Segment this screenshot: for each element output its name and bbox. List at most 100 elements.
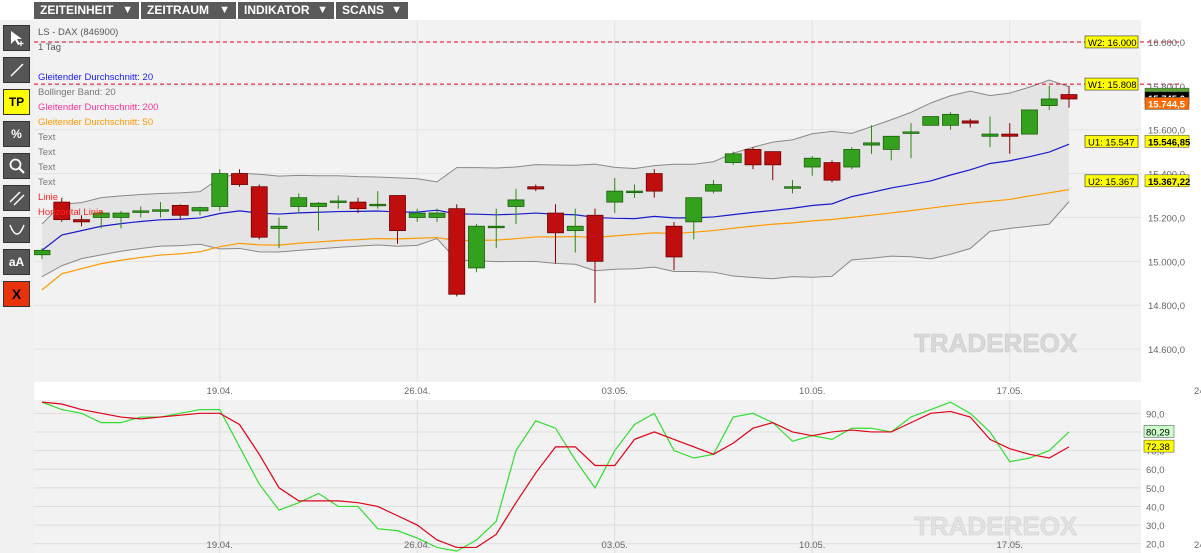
chevron-down-icon: ▼ [317,4,328,16]
candle-body [942,113,959,126]
osc-tag-text: 72,38 [1146,442,1170,453]
menu-indikator[interactable]: INDIKATOR ▼ [238,2,334,19]
delete-tool[interactable]: X [3,281,30,307]
candle-body [645,173,663,192]
chart-area[interactable]: W2: 16.000 W1: 15.808 U1: 15.547 U2: 15.367… [34,20,1201,553]
price-tag-text: 15.744,5 [1148,99,1186,110]
x-tick-label: 24.05. [1194,386,1201,397]
line-icon [9,63,24,77]
top-menu-bar: ZEITEINHEIT ▼ ZEITRAUM ▼ INDIKATOR ▼ SCANS ▼ [0,0,1201,20]
level-label: W1: 15.808 [1084,77,1139,91]
candle-body [369,203,387,207]
level-label-text: W2: 16.000 [1088,38,1137,49]
candle [843,147,861,170]
level-label: W2: 16.000 [1084,35,1139,49]
watermark: TRADEREOX [914,328,1078,358]
percent-tool[interactable]: % [3,121,30,147]
osc-x-tick-label: 26.04. [404,540,430,551]
chevron-down-icon: ▼ [391,4,402,16]
parallel-lines-icon [9,191,24,206]
x-tick-label: 19.04. [207,386,233,397]
menu-indikator-label: INDIKATOR [244,3,310,17]
osc-x-tick-label: 17.05. [997,540,1023,551]
menu-scans[interactable]: SCANS ▼ [336,2,408,19]
menu-zeiteinheit[interactable]: ZEITEINHEIT ▼ [34,2,139,19]
candle [250,184,268,240]
candle-body [1060,94,1078,100]
price-tag: 15.546,85 [1144,135,1191,148]
main-y-axis: 16.000,015.800,015.600,015.400,015.200,0… [1148,38,1185,356]
chevron-down-icon: ▼ [219,4,230,16]
legend-period: 1 Tag [38,42,61,53]
legend-item: Text [38,177,56,188]
y-tick-label: 14.600,0 [1148,345,1185,356]
osc-y-tick-label: 50,0 [1146,484,1165,495]
drawing-toolbar: TP % aA X [0,20,34,553]
price-tag: 15.367,22 [1144,174,1190,188]
candle [823,160,841,183]
legend-item: Bollinger Band: 20 [38,87,116,98]
candle-body [1021,109,1038,135]
legend-item: Gleitender Durchschnitt: 20 [38,72,153,83]
zoom-tool[interactable] [3,153,30,179]
candle-body [448,208,466,295]
x-tick-label: 17.05. [997,386,1023,397]
candle-body [606,190,624,203]
candle-body [1001,133,1019,137]
magnifier-icon [9,158,25,174]
menu-zeitraum-label: ZEITRAUM [147,3,209,17]
cursor-icon [10,31,23,46]
candle [211,169,229,211]
candle-body [685,197,703,223]
x-tick-label: 10.05. [799,386,825,397]
candle-body [626,190,643,194]
candle-body [863,142,880,146]
legend-title: LS - DAX (846900) [38,27,118,38]
y-tick-label: 16.000,0 [1148,38,1185,49]
cursor-tool[interactable] [3,25,30,51]
candle-body [744,149,762,166]
candle-body [231,173,248,185]
candle-body [705,184,722,192]
menu-zeitraum[interactable]: ZEITRAUM ▼ [141,2,236,19]
candle-body [566,225,584,232]
candle-body [902,131,920,134]
candle-body [823,162,841,181]
candle-body [882,135,900,150]
text-size-tool[interactable]: aA [3,249,30,275]
candle-body [132,210,150,213]
legend-item: Linie [38,192,58,203]
curve-tool[interactable] [3,217,30,243]
legend-item: Horizontal Linie [38,207,103,218]
candle-body [981,133,999,137]
legend-item: Gleitender Durchschnitt: 200 [38,102,158,113]
legend-item: Gleitender Durchschnitt: 50 [38,117,153,128]
line-tool[interactable] [3,57,30,83]
candle [724,151,742,165]
x-tick-label: 26.04. [404,386,430,397]
parallel-lines-tool[interactable] [3,185,30,211]
text-size-tool-label: aA [8,255,25,269]
candle [1021,109,1038,135]
candle-body [34,249,51,256]
candle-body [152,209,169,212]
menu-scans-label: SCANS [342,3,385,17]
tp-tool[interactable]: TP [3,89,30,115]
candle-body [527,186,545,190]
watermark-osc: TRADEREOX [914,511,1078,541]
curve-icon [8,224,25,235]
level-label-text: W1: 15.808 [1088,80,1137,91]
candle-body [112,212,130,218]
candle [468,224,485,273]
candle-body [764,151,782,166]
legend-item: Text [38,147,56,158]
osc-y-tick-label: 40,0 [1146,502,1165,513]
candle-body [191,207,209,212]
y-tick-label: 15.200,0 [1148,213,1185,224]
x-tick-label: 03.05. [602,386,628,397]
candle-body [270,225,288,229]
candle-body [211,173,229,207]
tp-tool-label: TP [8,95,25,109]
candle-body [468,225,485,269]
y-tick-label: 14.800,0 [1148,301,1185,312]
